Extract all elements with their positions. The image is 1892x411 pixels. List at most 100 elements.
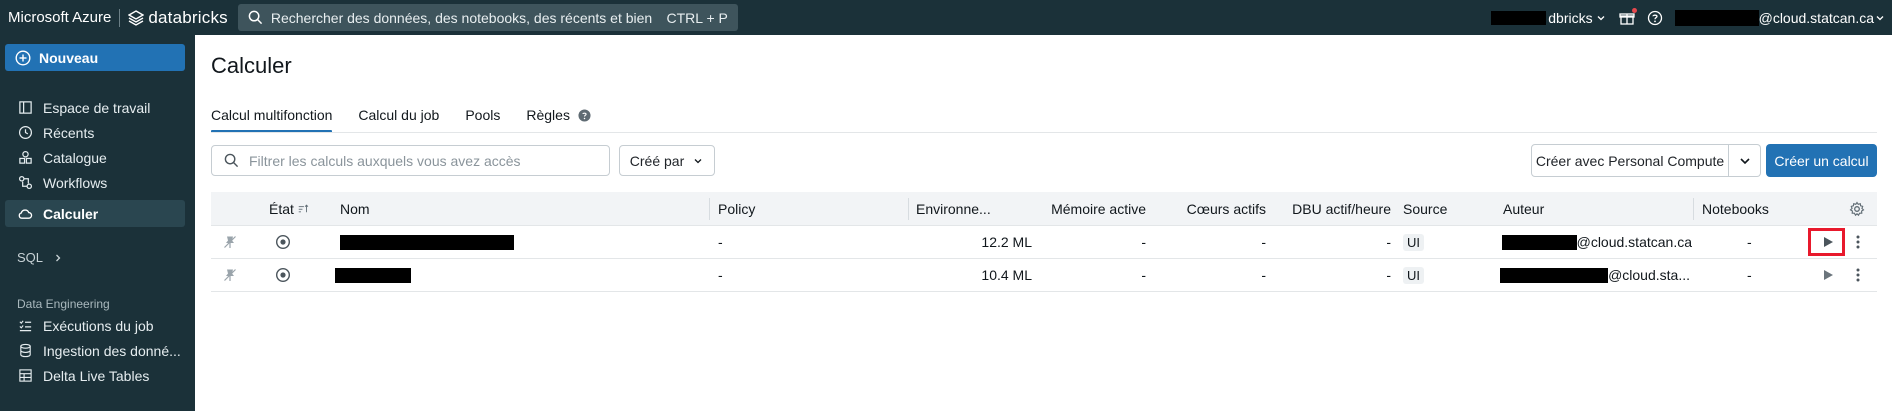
compute-tabs: Calcul multifonction Calcul du job Pools… <box>211 103 591 133</box>
personal-compute-menu-button[interactable] <box>1729 144 1761 177</box>
search-placeholder: Rechercher des données, des notebooks, d… <box>270 9 655 26</box>
created-by-dropdown[interactable]: Créé par <box>619 145 715 176</box>
policy-cell: - <box>718 234 723 250</box>
table-header: État Nom Policy Environne... Mémoire act… <box>211 192 1877 226</box>
start-play-icon[interactable] <box>1818 226 1838 258</box>
source-badge: UI <box>1403 233 1424 251</box>
sidebar-item-label: Ingestion des donné... <box>43 342 181 359</box>
gear-icon[interactable] <box>1849 192 1869 225</box>
create-personal-compute-button[interactable]: Créer avec Personal Compute <box>1531 144 1729 177</box>
tab-job-compute[interactable]: Calcul du job <box>358 103 439 133</box>
compute-filter-input[interactable] <box>211 145 610 176</box>
new-button[interactable]: Nouveau <box>5 44 185 71</box>
column-header-dbu[interactable]: DBU actif/heure <box>1271 192 1391 225</box>
redacted-compute-name <box>340 234 514 250</box>
sidebar-item-delta-live-tables[interactable]: Delta Live Tables <box>5 362 185 389</box>
source-cell: UI <box>1403 226 1463 258</box>
column-header-name[interactable]: Nom <box>340 192 540 225</box>
redacted-user-name <box>1674 9 1759 26</box>
column-header-author[interactable]: Auteur <box>1503 192 1623 225</box>
sidebar-item-label: Delta Live Tables <box>43 367 150 384</box>
databricks-wordmark: databricks <box>148 7 228 27</box>
workspace-switcher[interactable]: dbricks <box>1491 10 1606 26</box>
stopped-state-icon <box>275 259 295 291</box>
created-by-label: Créé par <box>629 152 685 169</box>
search-icon <box>224 153 239 168</box>
help-icon[interactable] <box>1647 10 1663 26</box>
sidebar-item-workflows[interactable]: Workflows <box>5 169 185 196</box>
sidebar-item-label: Espace de travail <box>43 99 151 116</box>
page-title: Calculer <box>211 53 292 78</box>
redacted-author-name <box>1502 234 1577 250</box>
chevron-right-icon <box>56 254 61 261</box>
redacted-author-name <box>1500 267 1609 283</box>
sidebar-item-label: Workflows <box>43 174 108 191</box>
column-header-active-memory[interactable]: Mémoire active <box>1031 192 1146 225</box>
column-header-state[interactable]: État <box>269 192 309 225</box>
new-button-label: Nouveau <box>39 49 99 66</box>
compute-filter-field[interactable] <box>249 152 589 169</box>
sidebar-section-data-engineering: Data Engineering <box>17 297 110 311</box>
pin-icon[interactable] <box>223 259 243 291</box>
column-header-policy[interactable]: Policy <box>718 192 818 225</box>
sidebar-item-workspace[interactable]: Espace de travail <box>5 94 185 121</box>
help-icon[interactable] <box>578 109 591 122</box>
microsoft-azure-brand[interactable]: Microsoft Azure <box>8 9 111 26</box>
databricks-logo-icon <box>128 9 145 26</box>
personal-compute-split-button: Créer avec Personal Compute <box>1531 144 1761 177</box>
workspace-name-suffix: dbricks <box>1548 9 1593 26</box>
chevron-down-icon <box>1739 157 1750 164</box>
tab-policies[interactable]: Règles <box>526 103 591 133</box>
active-cores-cell: - <box>1261 234 1266 250</box>
notification-dot <box>1631 7 1637 13</box>
sidebar-item-catalog[interactable]: Catalogue <box>5 144 185 171</box>
kebab-menu-icon[interactable] <box>1851 259 1865 291</box>
databricks-logo[interactable]: databricks <box>128 7 228 28</box>
source-badge: UI <box>1403 266 1424 284</box>
pin-icon[interactable] <box>223 226 243 258</box>
global-search-input[interactable]: Rechercher des données, des notebooks, d… <box>237 4 738 31</box>
sidebar-item-compute[interactable]: Calculer <box>5 200 185 227</box>
sort-icon <box>298 204 309 213</box>
compute-name-link[interactable] <box>340 226 540 258</box>
compute-name-link[interactable] <box>335 259 535 291</box>
user-email-suffix: @cloud.statcan.ca <box>1758 9 1874 26</box>
table-row[interactable]: - 12.2 ML - - - UI @cloud.statcan.ca - <box>211 226 1877 259</box>
sql-section-label: SQL <box>17 250 44 265</box>
table-row[interactable]: - 10.4 ML - - - UI @cloud.sta... - <box>211 259 1877 292</box>
column-header-notebooks[interactable]: Notebooks <box>1702 192 1792 225</box>
main-content: Calculer Calcul multifonction Calcul du … <box>195 35 1892 411</box>
plus-circle-icon <box>15 49 31 66</box>
dbu-cell: - <box>1386 234 1391 250</box>
catalog-icon <box>17 150 33 166</box>
dbu-cell: - <box>1386 267 1391 283</box>
sidebar-item-recents[interactable]: Récents <box>5 119 185 146</box>
author-cell: @cloud.statcan.ca <box>1502 226 1692 258</box>
create-compute-button[interactable]: Créer un calcul <box>1766 144 1877 177</box>
author-email-suffix: @cloud.statcan.ca <box>1576 234 1692 250</box>
environment-cell: 10.4 ML <box>981 267 1032 283</box>
sidebar-item-job-runs[interactable]: Exécutions du job <box>5 312 185 339</box>
start-play-icon[interactable] <box>1818 259 1838 291</box>
sidebar-section-sql[interactable]: SQL <box>17 250 63 265</box>
column-header-active-cores[interactable]: Cœurs actifs <box>1151 192 1266 225</box>
source-cell: UI <box>1403 259 1463 291</box>
user-menu[interactable]: @cloud.statcan.ca <box>1674 9 1886 26</box>
sidebar-item-label: Catalogue <box>43 149 107 166</box>
active-memory-cell: - <box>1141 234 1146 250</box>
clock-icon <box>17 125 33 141</box>
column-header-source[interactable]: Source <box>1403 192 1463 225</box>
chevron-down-icon <box>694 158 702 163</box>
active-memory-cell: - <box>1141 267 1146 283</box>
kebab-menu-icon[interactable] <box>1851 226 1865 258</box>
tab-pools[interactable]: Pools <box>465 103 500 133</box>
column-header-environment[interactable]: Environne... <box>916 192 1006 225</box>
top-bar: Microsoft Azure databricks Rechercher de… <box>0 0 1892 35</box>
runs-icon <box>17 318 33 334</box>
workflows-icon <box>17 175 33 191</box>
sidebar-item-data-ingestion[interactable]: Ingestion des donné... <box>5 337 185 364</box>
gift-icon[interactable] <box>1618 7 1637 26</box>
notebooks-cell: - <box>1747 234 1752 250</box>
tab-all-purpose-compute[interactable]: Calcul multifonction <box>211 103 333 133</box>
chevron-down-icon <box>1876 15 1884 20</box>
